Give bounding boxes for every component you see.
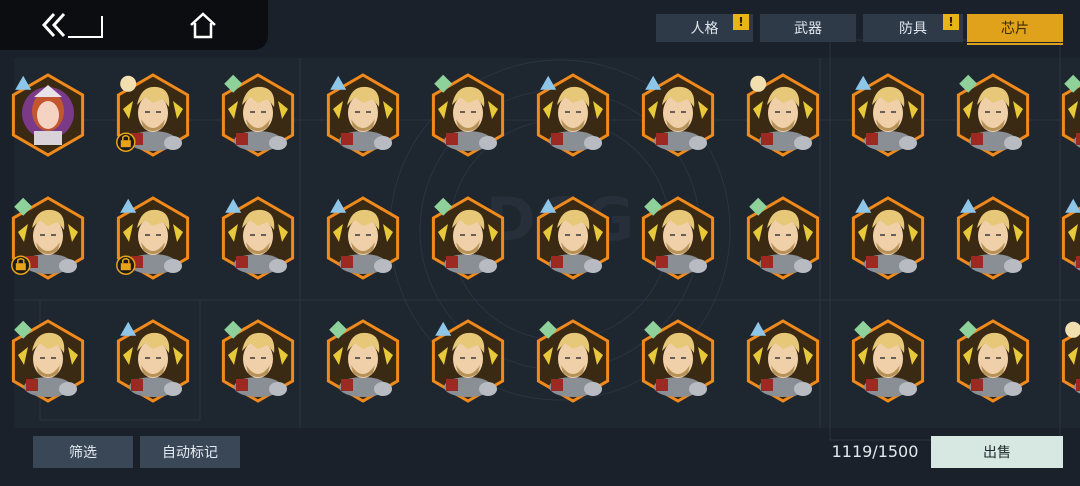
rank-circle-icon: [750, 75, 767, 92]
chip-item[interactable]: [326, 73, 400, 157]
rank-triangle-icon: [960, 198, 977, 213]
lock-icon: [116, 255, 136, 275]
chip-item[interactable]: [116, 196, 190, 280]
chip-inventory-grid: [11, 73, 1080, 403]
chip-item[interactable]: [851, 196, 925, 280]
chip-item[interactable]: [221, 196, 295, 280]
rank-triangle-icon: [120, 198, 137, 213]
rank-triangle-icon: [435, 321, 452, 336]
chip-item[interactable]: [11, 319, 85, 403]
rank-triangle-icon: [15, 75, 32, 90]
chip-item[interactable]: [851, 73, 925, 157]
chip-item[interactable]: [326, 196, 400, 280]
rank-triangle-icon: [540, 198, 557, 213]
chip-item[interactable]: [221, 73, 295, 157]
rank-triangle-icon: [855, 198, 872, 213]
rank-triangle-icon: [330, 198, 347, 213]
chip-item[interactable]: [641, 319, 715, 403]
rank-circle-icon: [1065, 321, 1080, 338]
chip-item[interactable]: [536, 196, 610, 280]
chip-item[interactable]: [641, 196, 715, 280]
chip-item[interactable]: [746, 196, 820, 280]
rank-triangle-icon: [855, 75, 872, 90]
chip-item[interactable]: [956, 196, 1030, 280]
rank-triangle-icon: [225, 198, 242, 213]
chip-item[interactable]: [1061, 198, 1080, 278]
chip-item[interactable]: [431, 319, 505, 403]
auto-mark-button[interactable]: 自动标记: [140, 436, 240, 468]
rank-triangle-icon: [645, 75, 662, 90]
chip-item[interactable]: [1061, 321, 1080, 401]
filter-button[interactable]: 筛选: [33, 436, 133, 468]
chip-item[interactable]: [1061, 74, 1080, 155]
chip-item[interactable]: [956, 319, 1030, 403]
lock-icon: [116, 132, 136, 152]
chip-item[interactable]: [326, 319, 400, 403]
rank-circle-icon: [120, 75, 137, 92]
chip-item[interactable]: [746, 319, 820, 403]
sell-button[interactable]: 出售: [931, 436, 1063, 468]
rank-triangle-icon: [330, 75, 347, 90]
rank-triangle-icon: [1065, 198, 1080, 213]
chip-item[interactable]: [536, 73, 610, 157]
lock-icon: [11, 255, 31, 275]
chip-item[interactable]: [11, 196, 85, 280]
chip-item[interactable]: [956, 73, 1030, 157]
chip-item[interactable]: [116, 319, 190, 403]
chip-item[interactable]: [536, 319, 610, 403]
chip-item[interactable]: [431, 196, 505, 280]
chip-item[interactable]: [116, 73, 190, 157]
rank-triangle-icon: [750, 321, 767, 336]
chip-item[interactable]: [851, 319, 925, 403]
rank-triangle-icon: [540, 75, 557, 90]
inventory-count: 1119/1500: [831, 442, 919, 461]
chip-item[interactable]: [641, 73, 715, 157]
chip-item[interactable]: [11, 73, 85, 157]
chip-item[interactable]: [431, 73, 505, 157]
chip-item[interactable]: [746, 73, 820, 157]
rank-triangle-icon: [120, 321, 137, 336]
chip-item[interactable]: [221, 319, 295, 403]
